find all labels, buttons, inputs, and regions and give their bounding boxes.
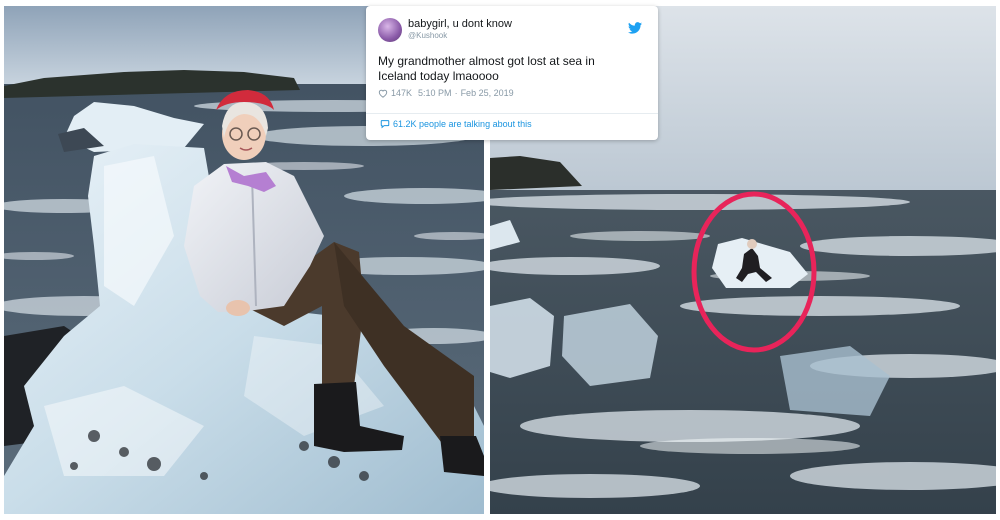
user-display-name[interactable]: babygirl, u dont know <box>408 18 512 30</box>
tweet-card[interactable]: babygirl, u dont know @Kushook My grandm… <box>366 6 658 140</box>
meta-separator: · <box>454 88 458 98</box>
tweet-time[interactable]: 5:10 PM <box>418 88 452 98</box>
divider <box>366 113 658 114</box>
talking-label[interactable]: 61.2K people are talking about this <box>393 119 532 129</box>
like-count[interactable]: 147K <box>391 88 412 98</box>
tweet-text: My grandmother almost got lost at sea in… <box>378 54 595 83</box>
tweet-date[interactable]: Feb 25, 2019 <box>461 88 514 98</box>
speech-bubble-icon <box>380 120 390 129</box>
twitter-bird-icon[interactable] <box>628 22 642 34</box>
talking-link[interactable]: 61.2K people are talking about this <box>380 119 532 129</box>
user-handle[interactable]: @Kushook <box>408 31 447 40</box>
tweet-meta: 147K 5:10 PM · Feb 25, 2019 <box>378 88 646 98</box>
tweet-header: babygirl, u dont know @Kushook <box>378 16 646 46</box>
heart-icon[interactable] <box>378 89 388 98</box>
avatar[interactable] <box>378 18 402 42</box>
